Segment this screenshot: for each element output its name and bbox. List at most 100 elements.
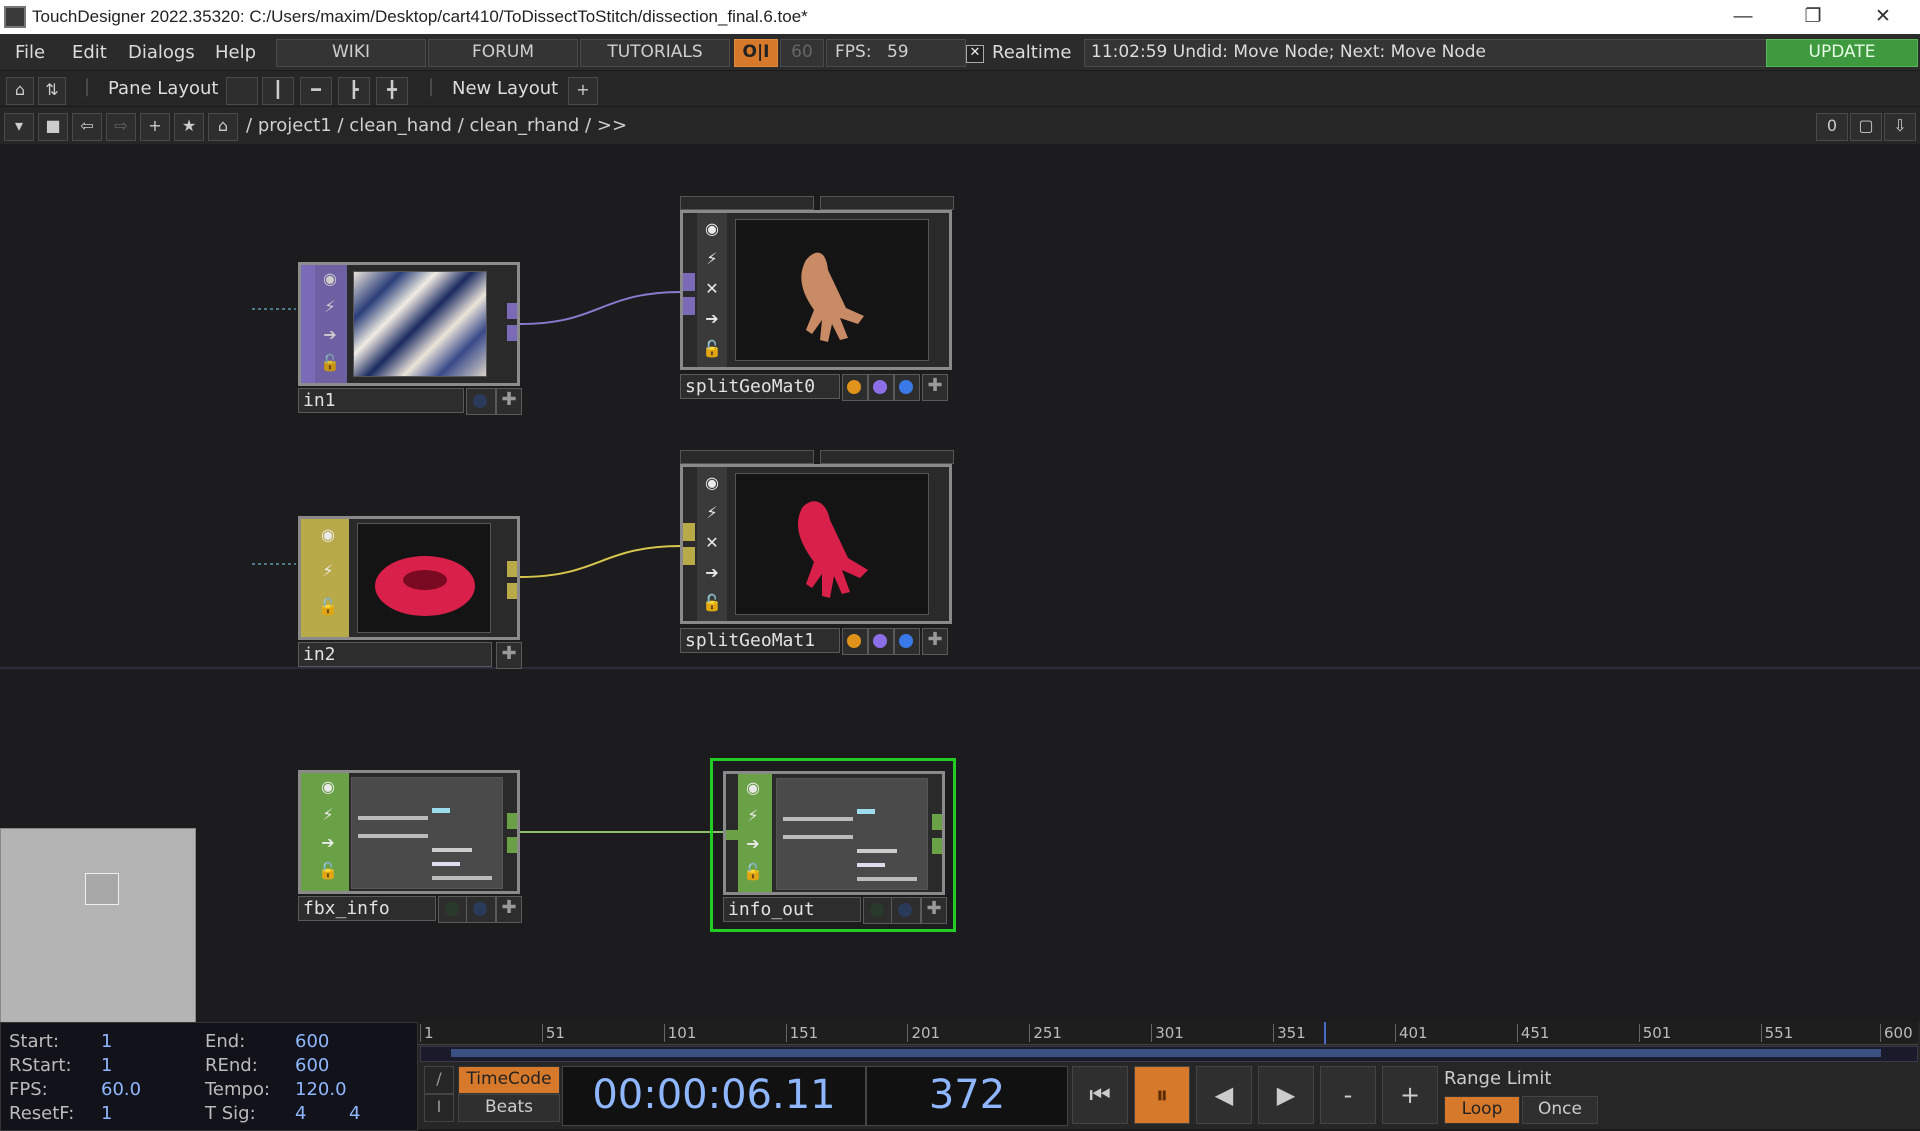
fps-cap-field[interactable]: 60 xyxy=(780,39,824,67)
forward-arrow-icon[interactable]: ⇨ xyxy=(106,113,136,141)
node-in1[interactable]: ◉ ⚡ ➔ 🔓 in1 ✚ xyxy=(298,262,522,415)
star-icon[interactable]: ★ xyxy=(174,113,204,141)
node-name[interactable]: in1 xyxy=(298,388,464,413)
input-connector[interactable] xyxy=(726,830,738,840)
bypass-flag-icon[interactable]: ⚡ xyxy=(313,805,343,824)
add-layout-button[interactable]: + xyxy=(568,77,598,105)
output-connector[interactable] xyxy=(507,813,517,829)
cook-flag-icon[interactable]: ➔ xyxy=(315,325,345,344)
breadcrumb-project1[interactable]: project1 xyxy=(258,115,332,136)
breadcrumb-clean-rhand[interactable]: clean_rhand xyxy=(470,115,580,136)
node-info-out[interactable]: ◉ ⚡ ➔ 🔓 info_out ✚ xyxy=(710,758,956,932)
viewer-flag-icon[interactable]: ◉ xyxy=(738,778,768,797)
cook-flag-icon[interactable]: ➔ xyxy=(697,309,727,328)
lock-flag-icon[interactable]: 🔓 xyxy=(738,862,768,881)
oi-toggle[interactable]: O|I xyxy=(734,39,778,67)
chevron-down-icon[interactable]: ▾ xyxy=(4,113,34,141)
end-value[interactable]: 600 xyxy=(295,1031,329,1052)
lock-flag-icon[interactable]: 🔓 xyxy=(315,353,345,372)
layout-hsplit-icon[interactable]: ━ xyxy=(300,77,332,105)
add-node-icon[interactable]: ✚ xyxy=(496,642,522,669)
viewer-toggle[interactable] xyxy=(863,897,893,924)
viewer-flag-icon[interactable]: ◉ xyxy=(315,269,345,288)
node-body[interactable]: ◉ ⚡ ➔ 🔓 xyxy=(298,262,520,386)
slash-toggle[interactable]: / xyxy=(424,1066,454,1094)
pause-icon[interactable]: ⏸ xyxy=(1134,1066,1190,1124)
output-connector[interactable] xyxy=(932,814,942,830)
viewer-flag-icon[interactable]: ◉ xyxy=(313,525,343,544)
plus-button[interactable]: + xyxy=(1382,1066,1438,1124)
cook-flag-icon[interactable]: ➔ xyxy=(738,834,768,853)
pane-split-icon[interactable]: ⇅ xyxy=(38,77,66,105)
tutorials-button[interactable]: TUTORIALS xyxy=(580,39,730,67)
node-body[interactable]: ◉ ⚡ 🔓 xyxy=(298,516,520,640)
minus-button[interactable]: - xyxy=(1320,1066,1376,1124)
node-body[interactable]: ◉ ⚡ ✕ ➔ 🔓 xyxy=(680,464,952,624)
loop-button[interactable]: Loop xyxy=(1444,1096,1520,1124)
timecode-display[interactable]: 00:00:06.11 xyxy=(562,1066,866,1126)
tempo-value[interactable]: 120.0 xyxy=(295,1079,347,1100)
frame-display[interactable]: 372 xyxy=(866,1066,1068,1126)
node-name[interactable]: fbx_info xyxy=(298,896,436,921)
beats-button[interactable]: Beats xyxy=(458,1094,560,1122)
add-node-icon[interactable]: ✚ xyxy=(496,388,522,415)
bypass-flag-icon[interactable]: ⚡ xyxy=(697,503,727,522)
forum-button[interactable]: FORUM xyxy=(428,39,578,67)
tsig-denominator[interactable]: 4 xyxy=(349,1103,360,1124)
lock-flag-icon[interactable]: 🔓 xyxy=(313,861,343,880)
range-fill[interactable] xyxy=(451,1049,1881,1057)
input-connector[interactable] xyxy=(301,265,315,383)
time-ruler[interactable]: 1 51 101 151 201 251 301 351 401 451 501 551 600 xyxy=(418,1022,1918,1045)
layout-vsplit-icon[interactable]: ┃ xyxy=(262,77,294,105)
timecode-button[interactable]: TimeCode xyxy=(458,1066,560,1094)
cook-flag-icon[interactable]: ➔ xyxy=(697,563,727,582)
layout-single-icon[interactable] xyxy=(226,77,258,105)
restore-button[interactable]: ❐ xyxy=(1790,3,1836,31)
add-node-icon[interactable]: ✚ xyxy=(922,628,948,655)
realtime-checkbox[interactable]: ✕ xyxy=(966,45,984,63)
node-body[interactable]: ◉ ⚡ ➔ 🔓 xyxy=(298,770,520,894)
add-node-icon[interactable]: ✚ xyxy=(496,896,522,923)
viewer-flag-icon[interactable]: ◉ xyxy=(697,219,727,238)
bypass-flag-icon[interactable]: ⚡ xyxy=(738,806,768,825)
minimize-button[interactable]: — xyxy=(1720,3,1766,31)
home-icon[interactable]: ⌂ xyxy=(208,113,238,141)
output-connector[interactable] xyxy=(507,561,517,577)
output-connector[interactable] xyxy=(507,325,517,341)
maximize-pane-icon[interactable]: ▢ xyxy=(1850,113,1882,141)
breadcrumb-clean-hand[interactable]: clean_hand xyxy=(349,115,452,136)
menu-edit[interactable]: Edit xyxy=(72,42,107,63)
step-back-icon[interactable]: ◀ xyxy=(1196,1066,1252,1124)
node-name[interactable]: in2 xyxy=(298,642,492,667)
lock-flag-icon[interactable]: 🔓 xyxy=(697,593,727,612)
fps-value[interactable]: 60.0 xyxy=(101,1079,141,1100)
node-splitgeomat1[interactable]: ◉ ⚡ ✕ ➔ 🔓 splitGeoMat1 ✚ xyxy=(680,450,954,670)
close-button[interactable]: ✕ xyxy=(1860,3,1906,31)
node-fbx-info[interactable]: ◉ ⚡ ➔ 🔓 fbx_info ✚ xyxy=(298,770,522,923)
add-node-icon[interactable]: ✚ xyxy=(921,897,947,924)
input-connector[interactable] xyxy=(683,523,695,541)
input-connector[interactable] xyxy=(683,297,695,315)
wiki-button[interactable]: WIKI xyxy=(276,39,426,67)
add-node-icon[interactable]: ✚ xyxy=(922,374,948,401)
bypass-flag-icon[interactable]: ⚡ xyxy=(313,561,343,580)
bypass-flag-icon[interactable]: ⚡ xyxy=(315,297,345,316)
x-icon[interactable]: ✕ xyxy=(697,533,727,552)
network-editor[interactable]: ◉ ⚡ ➔ 🔓 in1 ✚ ◉ ⚡ 🔓 in2 ✚ ◉ ⚡ ✕ ➔ 🔓 spli… xyxy=(0,144,1920,1024)
output-connector[interactable] xyxy=(507,583,517,599)
viewer-toggle[interactable] xyxy=(466,896,496,923)
once-button[interactable]: Once xyxy=(1522,1096,1598,1124)
node-body[interactable]: ◉ ⚡ ➔ 🔓 xyxy=(723,771,945,895)
input-connector[interactable] xyxy=(683,273,695,291)
network-minimap[interactable] xyxy=(0,828,196,1024)
rstart-value[interactable]: 1 xyxy=(101,1055,112,1076)
input-connector[interactable] xyxy=(683,547,695,565)
cook-flag-icon[interactable]: ➔ xyxy=(313,833,343,852)
x-icon[interactable]: ✕ xyxy=(697,279,727,298)
download-icon[interactable]: ⇩ xyxy=(1884,113,1916,141)
node-name[interactable]: info_out xyxy=(723,897,861,922)
layout-triple-icon[interactable]: ┣ xyxy=(338,77,370,105)
resetf-value[interactable]: 1 xyxy=(101,1103,112,1124)
node-in2[interactable]: ◉ ⚡ 🔓 in2 ✚ xyxy=(298,516,522,669)
rend-value[interactable]: 600 xyxy=(295,1055,329,1076)
